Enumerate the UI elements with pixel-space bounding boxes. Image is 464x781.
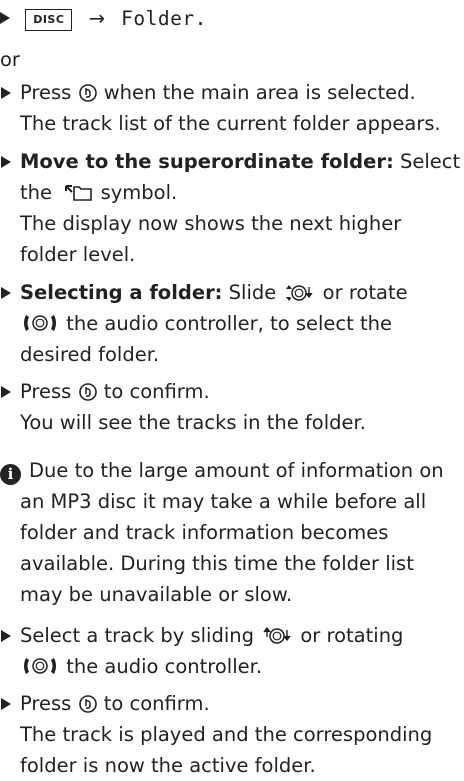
header-line: DISC → Folder. — [0, 3, 207, 34]
bullet-triangle-icon — [0, 688, 18, 719]
press-controller-icon — [78, 695, 97, 713]
folder-label: Folder. — [121, 7, 207, 30]
slide-controller-icon — [263, 626, 291, 644]
rotate-controller-icon — [24, 315, 56, 331]
list-item: Press when the main area is selected. Th… — [0, 77, 464, 139]
list-item: Move to the superordinate folder: Select… — [0, 146, 464, 270]
bullet-triangle-icon — [0, 77, 18, 108]
list-item: Press to confirm. You will see the track… — [0, 376, 464, 438]
bullet-triangle-icon — [0, 277, 18, 308]
list-item: Selecting a folder: Slide or rotate the … — [0, 277, 464, 370]
list-item: Press to confirm. The track is played an… — [0, 688, 464, 781]
rotate-controller-icon — [24, 658, 56, 674]
bullet-triangle-icon — [0, 376, 18, 407]
bold-heading: Move to the superordinate folder: — [20, 150, 394, 173]
bullet-triangle-icon — [0, 12, 10, 24]
info-note: i Due to the large amount of information … — [0, 455, 464, 610]
bullet-triangle-icon — [0, 146, 18, 177]
list-item: Select a track by sliding or rotating th… — [0, 620, 464, 682]
bold-heading: Selecting a folder: — [20, 281, 223, 304]
info-icon: i — [0, 464, 21, 485]
bullet-triangle-icon — [0, 620, 18, 651]
or-text: or — [0, 48, 20, 71]
slide-controller-icon — [286, 285, 314, 301]
arrow-right-icon: → — [88, 7, 105, 30]
disc-key: DISC — [25, 9, 73, 31]
press-controller-icon — [78, 383, 97, 401]
press-controller-icon — [78, 84, 97, 102]
folder-up-icon — [65, 185, 93, 201]
document-page: DISC → Folder. or Press when the main ar… — [0, 0, 464, 777]
